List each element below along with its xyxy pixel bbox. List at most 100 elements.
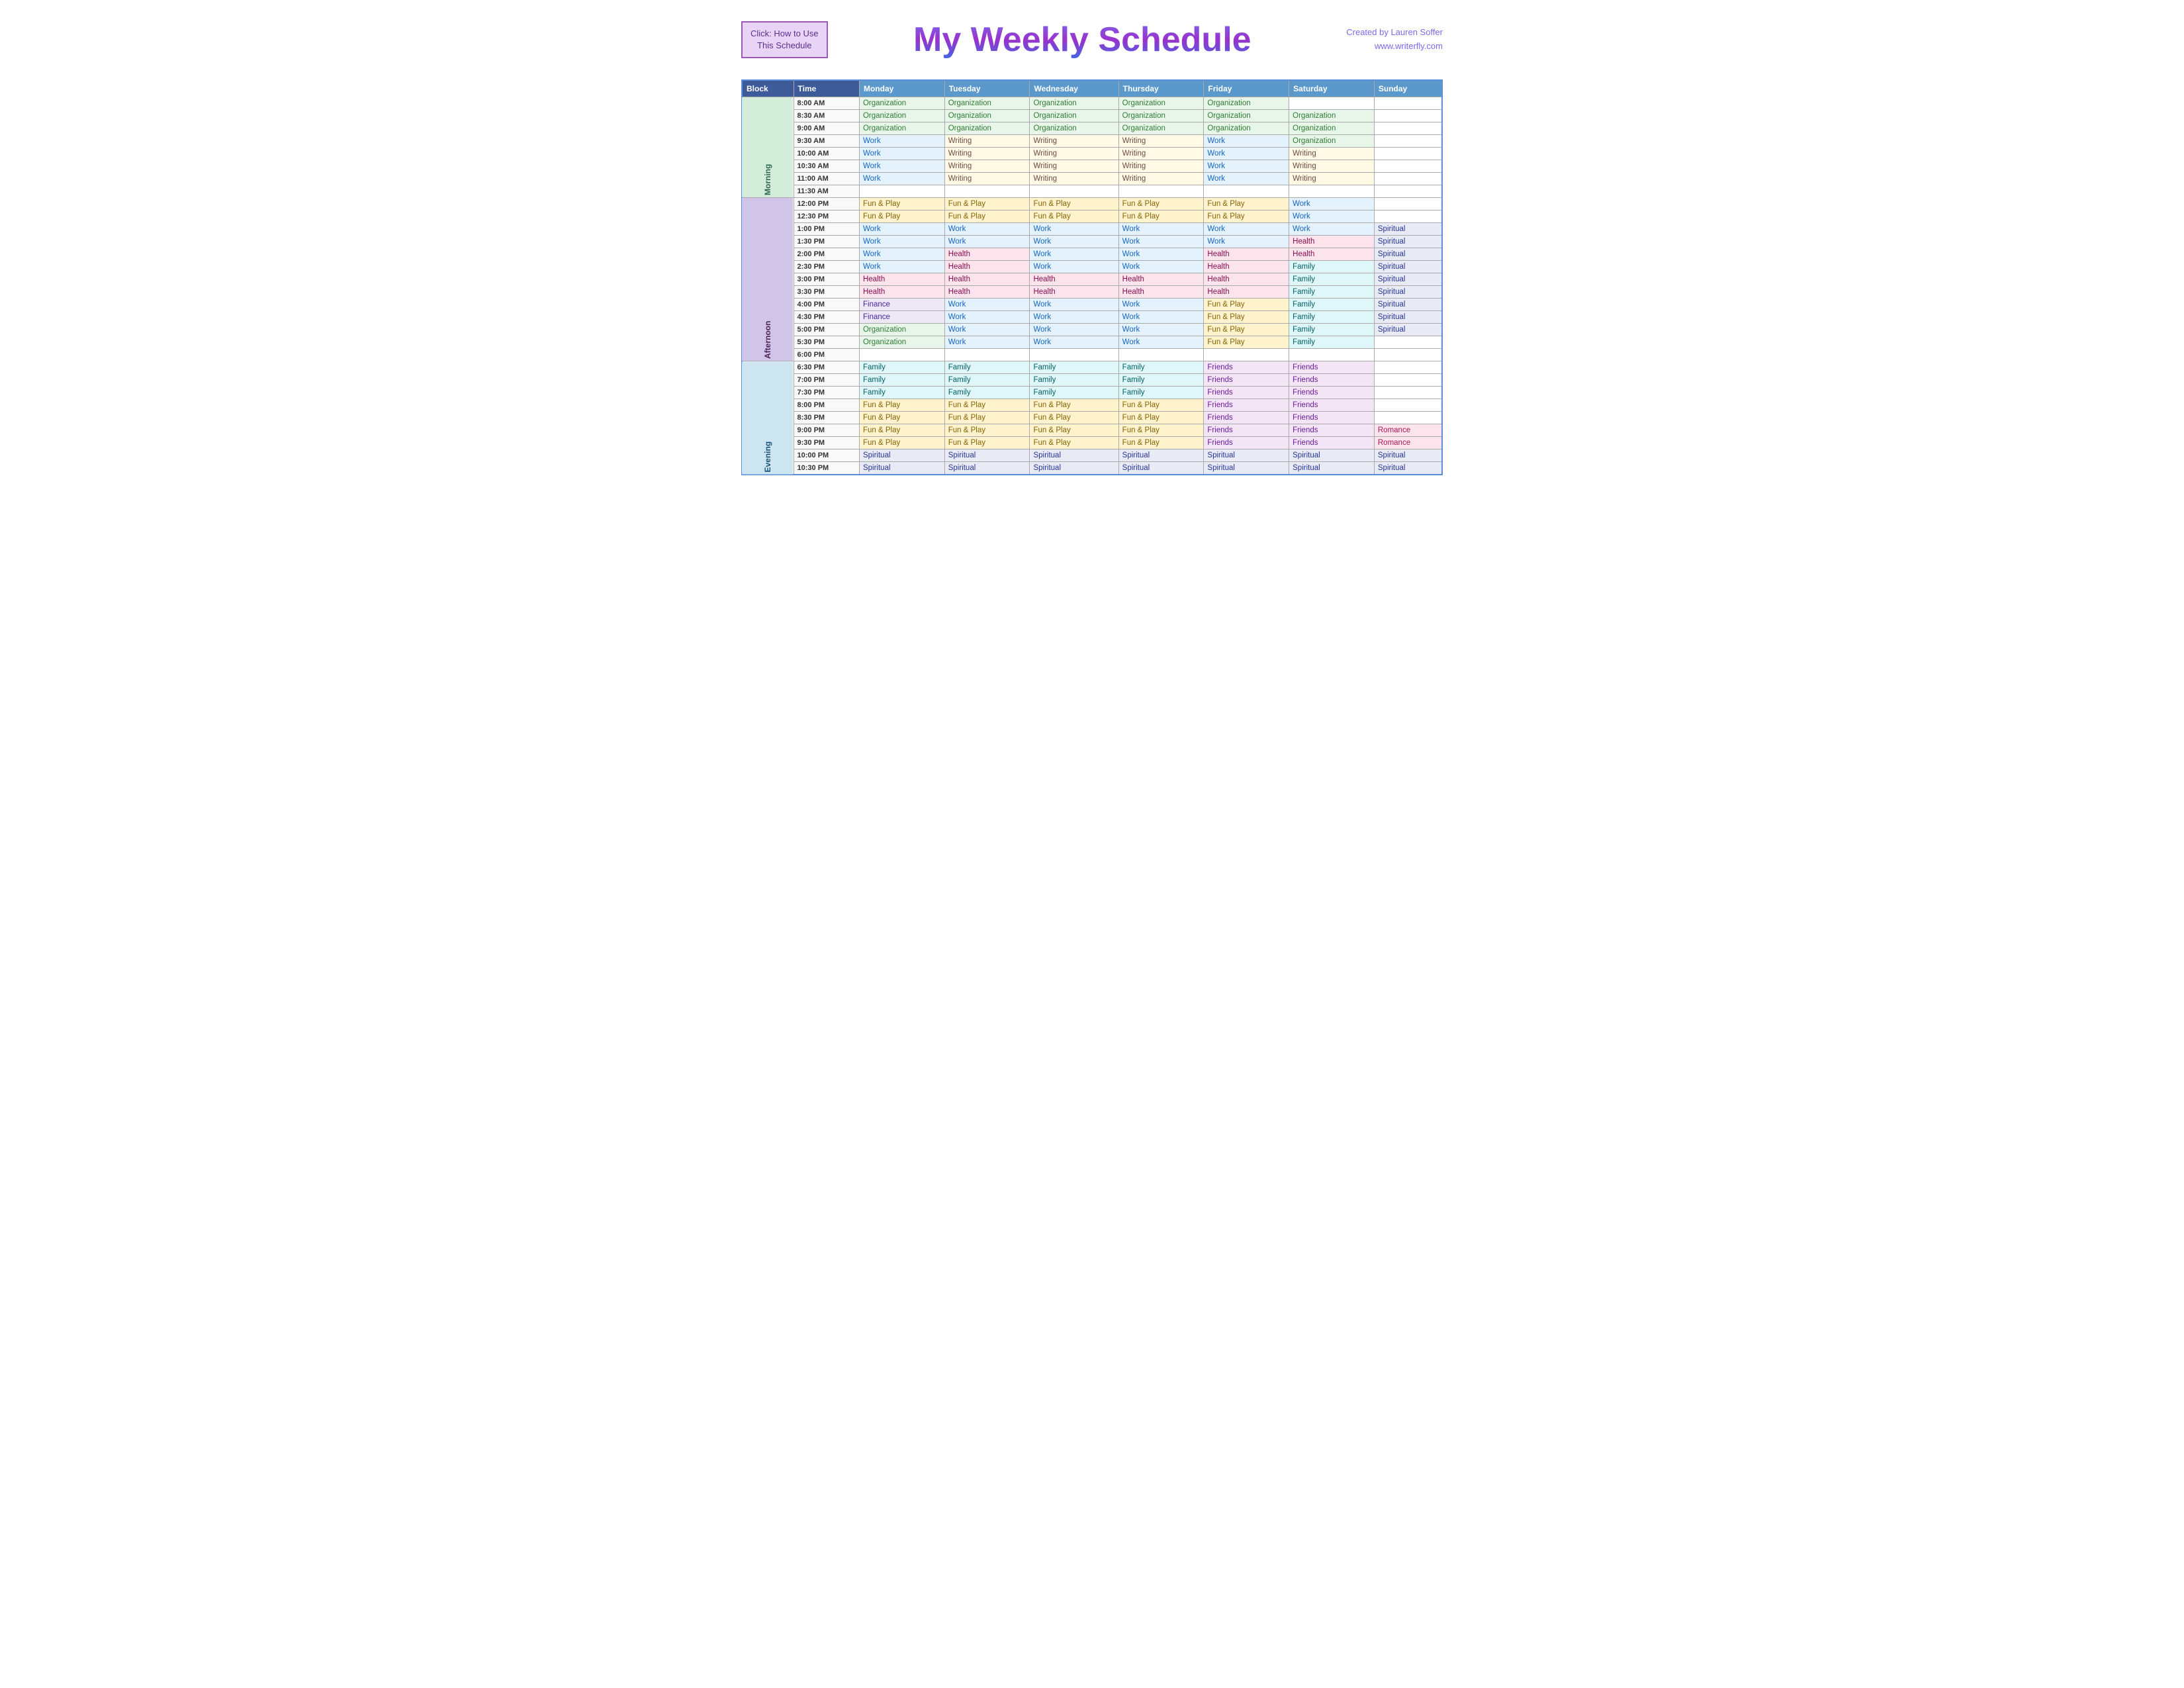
table-row: 8:00 PMFun & PlayFun & PlayFun & PlayFun… (742, 399, 1442, 412)
table-header-row: Block Time Monday Tuesday Wednesday Thur… (742, 80, 1442, 97)
cell-mon: Work (859, 148, 944, 160)
cell-sat: Organization (1289, 122, 1375, 135)
cell-sat: Writing (1289, 160, 1375, 173)
time-cell: 11:00 AM (794, 173, 859, 185)
cell-tue: Work (944, 336, 1030, 349)
time-cell: 7:30 PM (794, 387, 859, 399)
cell-sat: Work (1289, 198, 1375, 211)
block-afternoon: Afternoon (742, 198, 794, 361)
cell-sun (1374, 135, 1442, 148)
cell-tue: Work (944, 236, 1030, 248)
cell-mon: Spiritual (859, 462, 944, 475)
cell-sun (1374, 198, 1442, 211)
cell-sat: Family (1289, 324, 1375, 336)
cell-sun: Spiritual (1374, 248, 1442, 261)
cell-fri: Organization (1204, 110, 1289, 122)
table-row: 3:30 PMHealthHealthHealthHealthHealthFam… (742, 286, 1442, 299)
cell-sat: Family (1289, 273, 1375, 286)
cell-sun (1374, 160, 1442, 173)
cell-fri (1204, 185, 1289, 198)
cell-sun (1374, 185, 1442, 198)
cell-mon: Family (859, 387, 944, 399)
cell-sun (1374, 211, 1442, 223)
cell-sat: Family (1289, 299, 1375, 311)
table-row: Evening6:30 PMFamilyFamilyFamilyFamilyFr… (742, 361, 1442, 374)
cell-tue: Spiritual (944, 462, 1030, 475)
cell-thu: Work (1118, 261, 1204, 273)
cell-mon (859, 185, 944, 198)
cell-thu: Fun & Play (1118, 198, 1204, 211)
cell-tue: Fun & Play (944, 437, 1030, 449)
time-cell: 12:30 PM (794, 211, 859, 223)
cell-wed: Work (1030, 248, 1118, 261)
cell-tue: Health (944, 261, 1030, 273)
table-row: 9:00 AMOrganizationOrganizationOrganizat… (742, 122, 1442, 135)
table-row: 11:00 AMWorkWritingWritingWritingWorkWri… (742, 173, 1442, 185)
cell-sun: Spiritual (1374, 273, 1442, 286)
time-cell: 1:00 PM (794, 223, 859, 236)
cell-sun: Spiritual (1374, 311, 1442, 324)
time-cell: 10:30 PM (794, 462, 859, 475)
time-cell: 11:30 AM (794, 185, 859, 198)
cell-fri: Work (1204, 160, 1289, 173)
click-how-to-use-button[interactable]: Click: How to Use This Schedule (741, 21, 828, 58)
cell-sat: Organization (1289, 110, 1375, 122)
page-title: My Weekly Schedule (828, 20, 1337, 60)
credit-name: Created by Lauren Soffer (1337, 26, 1443, 40)
cell-sun: Spiritual (1374, 449, 1442, 462)
time-cell: 8:30 PM (794, 412, 859, 424)
cell-thu: Family (1118, 387, 1204, 399)
cell-sat: Friends (1289, 361, 1375, 374)
table-row: 10:30 PMSpiritualSpiritualSpiritualSpiri… (742, 462, 1442, 475)
block-evening: Evening (742, 361, 794, 475)
cell-wed (1030, 349, 1118, 361)
cell-sat: Family (1289, 286, 1375, 299)
cell-thu: Spiritual (1118, 462, 1204, 475)
time-cell: 9:30 PM (794, 437, 859, 449)
cell-wed: Work (1030, 261, 1118, 273)
cell-thu: Fun & Play (1118, 211, 1204, 223)
cell-wed: Fun & Play (1030, 211, 1118, 223)
cell-sun (1374, 412, 1442, 424)
table-row: 9:30 PMFun & PlayFun & PlayFun & PlayFun… (742, 437, 1442, 449)
cell-tue: Family (944, 387, 1030, 399)
cell-thu: Family (1118, 374, 1204, 387)
cell-tue: Work (944, 223, 1030, 236)
cell-fri: Friends (1204, 437, 1289, 449)
cell-fri: Health (1204, 261, 1289, 273)
cell-wed: Family (1030, 361, 1118, 374)
cell-sun (1374, 399, 1442, 412)
cell-sat (1289, 185, 1375, 198)
cell-fri: Spiritual (1204, 449, 1289, 462)
cell-tue: Work (944, 311, 1030, 324)
cell-fri: Friends (1204, 424, 1289, 437)
cell-tue: Writing (944, 148, 1030, 160)
cell-mon: Finance (859, 299, 944, 311)
cell-thu: Fun & Play (1118, 437, 1204, 449)
cell-fri: Work (1204, 236, 1289, 248)
cell-thu: Family (1118, 361, 1204, 374)
cell-mon: Health (859, 273, 944, 286)
cell-tue: Organization (944, 97, 1030, 110)
cell-thu: Fun & Play (1118, 399, 1204, 412)
cell-wed: Fun & Play (1030, 198, 1118, 211)
cell-fri: Friends (1204, 361, 1289, 374)
time-cell: 8:30 AM (794, 110, 859, 122)
table-row: 9:30 AMWorkWritingWritingWritingWorkOrga… (742, 135, 1442, 148)
table-row: 10:00 AMWorkWritingWritingWritingWorkWri… (742, 148, 1442, 160)
cell-sat (1289, 349, 1375, 361)
cell-thu: Fun & Play (1118, 412, 1204, 424)
cell-tue: Spiritual (944, 449, 1030, 462)
table-row: 10:00 PMSpiritualSpiritualSpiritualSpiri… (742, 449, 1442, 462)
cell-wed: Organization (1030, 110, 1118, 122)
cell-sun (1374, 361, 1442, 374)
cell-wed: Family (1030, 374, 1118, 387)
cell-sun: Spiritual (1374, 236, 1442, 248)
cell-tue: Fun & Play (944, 198, 1030, 211)
cell-mon: Organization (859, 97, 944, 110)
cell-tue: Organization (944, 122, 1030, 135)
cell-mon: Work (859, 261, 944, 273)
cell-wed: Writing (1030, 148, 1118, 160)
cell-sat: Friends (1289, 437, 1375, 449)
table-row: 8:30 AMOrganizationOrganizationOrganizat… (742, 110, 1442, 122)
